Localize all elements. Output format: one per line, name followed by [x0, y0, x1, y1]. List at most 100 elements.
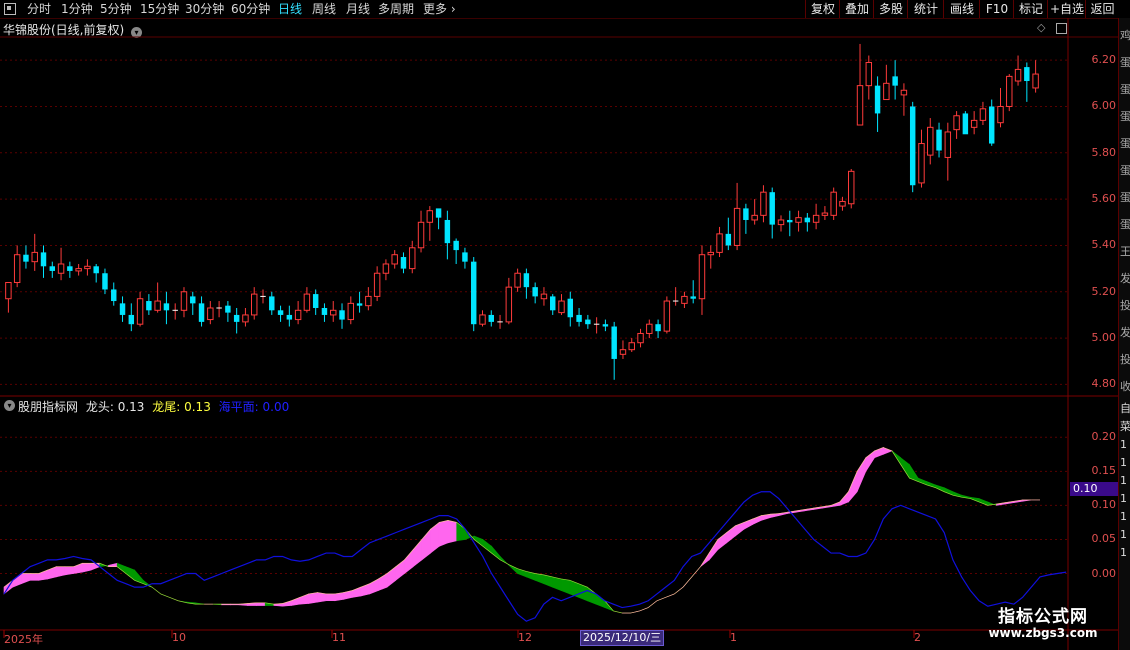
long-head-band [404, 548, 414, 575]
candle-body-down [119, 303, 126, 315]
candle-body-down [128, 314, 135, 325]
long-tail-band [586, 586, 597, 605]
candle-body-down [585, 319, 591, 325]
candle-body-down [67, 266, 73, 271]
candle-body-down [198, 303, 205, 322]
candle-body-down [163, 303, 170, 311]
long-head-band [447, 519, 458, 544]
candle-body-up [619, 349, 627, 355]
candle-body-down [444, 219, 451, 244]
candle-body-up [382, 263, 390, 274]
price-tick-label: 5.80 [1091, 145, 1117, 159]
candle-body-up [637, 332, 644, 344]
candle-body-down [909, 106, 916, 186]
long-tail-band [560, 578, 571, 595]
date-label: 12 [518, 631, 532, 644]
long-tail-band [595, 593, 606, 609]
candle-body-up [505, 286, 513, 323]
candle-body-up [303, 293, 311, 311]
candle-body-down [488, 314, 494, 322]
candle-body-down [93, 266, 99, 274]
candle-body-down [550, 296, 556, 311]
candle-body-up [848, 170, 855, 205]
candle-body-up [865, 61, 873, 87]
candle-body-down [874, 85, 881, 114]
chart-canvas[interactable] [0, 0, 1118, 650]
date-label: 10 [172, 631, 186, 644]
candle-body-down [936, 129, 942, 151]
candle-body-up [646, 323, 653, 334]
long-head-band [55, 566, 66, 578]
indicator-series [3, 447, 1067, 622]
candle-body-up [839, 200, 846, 207]
candle-body-up [540, 293, 548, 300]
candle-body-up [330, 309, 337, 316]
candle-body-up [751, 214, 758, 221]
long-head-band [717, 532, 727, 551]
candle-body-up [514, 272, 521, 288]
long-tail-band [926, 481, 936, 489]
indicator-tick-label: 0.00 [1091, 566, 1117, 580]
long-head-band [856, 456, 867, 492]
date-label: 1 [730, 631, 737, 644]
candle-body-up [136, 298, 144, 325]
candle-body-down [611, 326, 617, 359]
candle-body-down [400, 257, 407, 269]
current-value-tag: 0.10 [1070, 482, 1121, 496]
candle-body-up [558, 300, 565, 314]
cursor-date-label: 2025/12/10/三 [580, 630, 665, 646]
candle-body-up [944, 131, 952, 158]
watermark-title: 指标公式网 [998, 607, 1088, 627]
candle-body-up [365, 295, 372, 307]
long-head-band [108, 562, 118, 567]
long-head-band [29, 573, 40, 581]
long-tail-band [482, 538, 492, 554]
long-head-band [708, 538, 719, 561]
indicator-tick-label: 0.10 [1091, 498, 1117, 512]
candle-body-up [795, 217, 802, 223]
candle-body-up [900, 89, 908, 96]
date-label: 2025年 [4, 633, 43, 646]
indicator-tick-label: 0.15 [1091, 464, 1117, 478]
candle-body-up [777, 219, 785, 226]
candle-body-up [733, 207, 741, 246]
candle-body-up [698, 254, 706, 300]
long-tail-band [491, 545, 501, 561]
right-info-sidebar[interactable]: 鸡蛋蛋蛋蛋蛋蛋蛋王发投发投收 自菜1111111 [1118, 18, 1130, 650]
candle-body-down [462, 252, 468, 262]
candle-body-up [180, 291, 188, 311]
sidebar-text: 鸡蛋蛋蛋蛋蛋蛋蛋王发投发投收 [1120, 29, 1130, 393]
candle-body-up [716, 233, 723, 253]
candle-body-down [40, 252, 47, 267]
candle-body-down [532, 287, 538, 297]
long-tail-band [116, 562, 127, 575]
candle-body-up [856, 85, 864, 126]
price-tick-label: 5.40 [1091, 238, 1117, 252]
candle-body-up [417, 221, 425, 249]
price-grid [0, 59, 1068, 385]
candle-body-up [57, 263, 65, 274]
candle-body-down [576, 314, 582, 322]
candle-body-up [707, 251, 714, 256]
long-tail-band [917, 477, 928, 486]
candle-body-up [426, 210, 434, 223]
candle-body-down [277, 310, 284, 315]
candle-body-up [830, 191, 837, 216]
watermark-url: www.zbgs3.com [988, 626, 1098, 640]
candle-body-down [602, 324, 609, 327]
candle-body-down [49, 266, 56, 271]
candle-body-up [31, 251, 38, 263]
candle-body-down [190, 296, 196, 304]
date-label: 11 [332, 631, 346, 644]
candle-body-up [1032, 73, 1039, 89]
long-tail-band [456, 521, 466, 542]
candle-body-up [373, 272, 381, 297]
candle-body-up [883, 82, 890, 101]
long-head-band [882, 447, 893, 455]
candlestick-series [5, 43, 1039, 380]
candle-body-down [339, 310, 345, 320]
long-tail-band [943, 487, 954, 496]
candle-body-up [13, 254, 21, 284]
candle-body-up [479, 314, 486, 325]
long-head-band [12, 572, 22, 588]
